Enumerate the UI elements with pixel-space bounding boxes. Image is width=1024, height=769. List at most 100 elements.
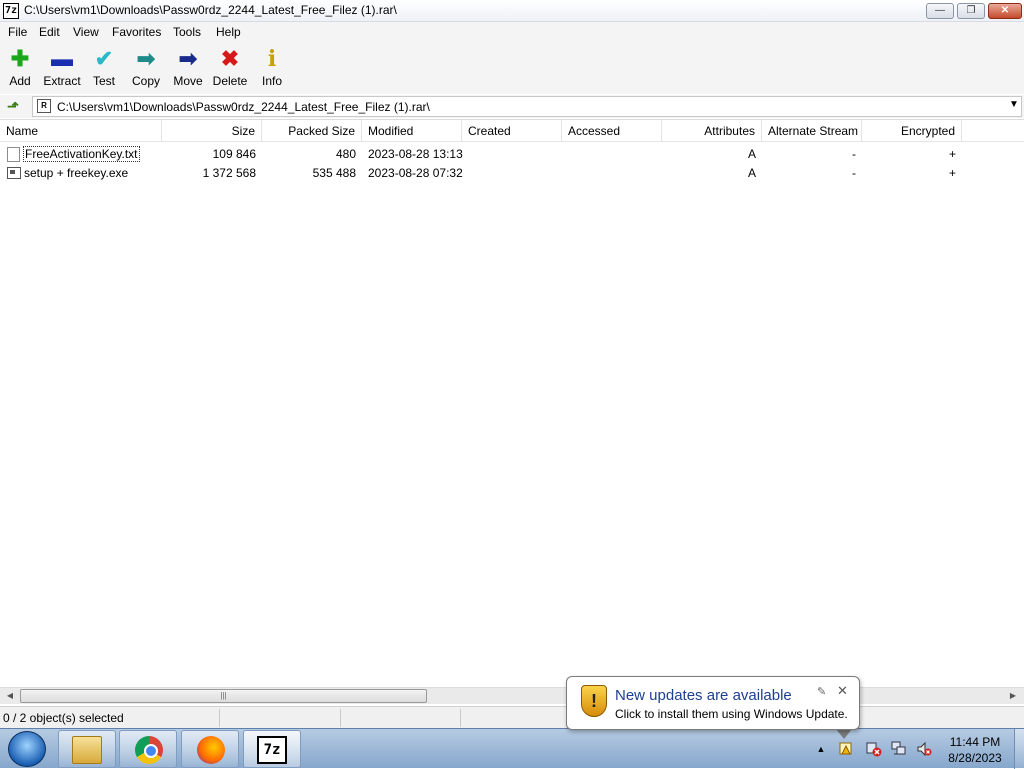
column-packed-size[interactable]: Packed Size [262,120,362,142]
file-encrypted: + [948,166,956,180]
add-label: Add [9,74,31,88]
clock-time[interactable]: 11:44 PM [940,735,1010,749]
delete-button[interactable]: ✖ Delete [208,46,252,88]
scroll-right-icon[interactable]: ▶ [1005,689,1021,703]
clock-date[interactable]: 8/28/2023 [940,751,1010,765]
title-bar[interactable]: 7z C:\Users\vm1\Downloads\Passw0rdz_2244… [0,0,1024,22]
file-modified: 2023-08-28 07:32 [368,166,463,180]
scrollbar-thumb[interactable]: ||| [20,689,427,703]
path-text[interactable]: C:\Users\vm1\Downloads\Passw0rdz_2244_La… [57,100,430,114]
volume-muted-icon[interactable] [916,741,932,757]
column-attributes[interactable]: Attributes [662,120,762,142]
executable-file-icon [7,167,21,179]
status-bar: 0 / 2 object(s) selected [0,706,1024,728]
notification-title[interactable]: New updates are available [615,687,792,704]
delete-label: Delete [212,74,248,88]
taskbar: 7z ▲ 11:44 PM 8/28/2023 [0,728,1024,769]
menu-help[interactable]: Help [216,25,241,39]
maximize-button[interactable]: ❐ [957,3,985,19]
move-label: Move [173,74,203,88]
file-packed-size: 480 [335,147,356,161]
minus-icon: ▬ [51,46,73,71]
taskbar-7zip-button[interactable]: 7z [243,730,301,768]
arrow-right-icon: ➡ [178,46,198,71]
window-title: C:\Users\vm1\Downloads\Passw0rdz_2244_La… [24,3,397,17]
file-size: 109 846 [212,147,256,161]
column-created[interactable]: Created [462,120,562,142]
taskbar-firefox-button[interactable] [181,730,239,768]
double-arrow-icon: ➡ [136,46,156,71]
menu-view[interactable]: View [73,25,99,39]
copy-label: Copy [131,74,160,88]
scroll-left-icon[interactable]: ◀ [2,689,18,703]
table-row[interactable]: FreeActivationKey.txt 109 846 480 2023-0… [0,145,1024,164]
taskbar-chrome-button[interactable] [119,730,177,768]
file-alternate-stream: - [852,147,856,161]
address-bar: ⬏ R C:\Users\vm1\Downloads\Passw0rdz_224… [0,95,1024,118]
network-error-icon[interactable] [866,741,882,757]
folder-icon [72,736,102,764]
column-accessed[interactable]: Accessed [562,120,662,142]
x-icon: ✖ [220,46,240,71]
extract-button[interactable]: ▬ Extract [40,46,84,88]
test-label: Test [92,74,115,88]
close-button[interactable]: ✕ [988,3,1022,19]
file-alternate-stream: - [852,166,856,180]
show-hidden-icons-arrow[interactable]: ▲ [813,741,829,757]
status-divider [460,709,461,727]
minimize-button[interactable]: — [926,3,954,19]
check-icon: ✔ [94,46,114,71]
move-button[interactable]: ➡ Move [166,46,210,88]
7zip-icon: 7z [257,736,287,764]
file-name[interactable]: FreeActivationKey.txt [23,146,140,162]
firefox-icon [197,736,225,764]
notification-close-icon[interactable]: ✕ [837,683,848,699]
file-list[interactable]: Name Size Packed Size Modified Created A… [0,119,1024,687]
info-button[interactable]: i Info [250,46,294,88]
chrome-icon [135,736,163,764]
show-desktop-button[interactable] [1014,729,1024,769]
column-modified[interactable]: Modified [362,120,462,142]
7zip-app-icon[interactable]: 7z [3,3,19,19]
network-icon[interactable] [891,741,907,757]
copy-button[interactable]: ➡ Copy [124,46,168,88]
taskbar-explorer-button[interactable] [58,730,116,768]
update-notification[interactable]: ! New updates are available Click to ins… [566,676,860,730]
menu-bar: File Edit View Favorites Tools Help [0,22,1024,42]
status-divider [219,709,220,727]
file-attributes: A [747,147,756,161]
dropdown-arrow-icon[interactable]: ▼ [1009,99,1019,110]
file-modified: 2023-08-28 13:13 [368,147,463,161]
column-header: Name Size Packed Size Modified Created A… [0,120,1024,142]
file-attributes: A [747,166,756,180]
menu-favorites[interactable]: Favorites [112,25,161,39]
file-packed-size: 535 488 [312,166,356,180]
menu-edit[interactable]: Edit [39,25,60,39]
column-size[interactable]: Size [162,120,262,142]
menu-file[interactable]: File [8,25,27,39]
test-button[interactable]: ✔ Test [82,46,126,88]
balloon-pointer [836,729,852,739]
add-button[interactable]: ✚ Add [0,46,42,88]
file-size: 1 372 568 [202,166,256,180]
file-encrypted: + [948,147,956,161]
notification-options-icon[interactable]: ✎ [817,685,826,698]
shield-warning-icon: ! [581,685,607,717]
horizontal-scrollbar[interactable]: ◀ ||| ▶ [0,687,1024,704]
menu-tools[interactable]: Tools [173,25,201,39]
rar-archive-icon: R [37,99,51,113]
text-file-icon [7,147,20,162]
file-name[interactable]: setup + freekey.exe [24,164,128,183]
path-combobox[interactable]: R C:\Users\vm1\Downloads\Passw0rdz_2244_… [32,96,1022,117]
column-name[interactable]: Name [0,120,162,142]
plus-icon: ✚ [10,46,30,71]
extract-label: Extract [43,74,81,88]
folder-up-icon[interactable]: ⬏ [4,97,22,115]
start-button[interactable] [8,731,46,767]
notification-body[interactable]: Click to install them using Windows Upda… [615,707,848,721]
action-center-icon[interactable] [838,741,854,757]
info-label: Info [261,74,282,88]
table-row[interactable]: setup + freekey.exe 1 372 568 535 488 20… [0,164,1024,183]
column-encrypted[interactable]: Encrypted [862,120,962,142]
column-alternate-stream[interactable]: Alternate Stream [762,120,862,142]
